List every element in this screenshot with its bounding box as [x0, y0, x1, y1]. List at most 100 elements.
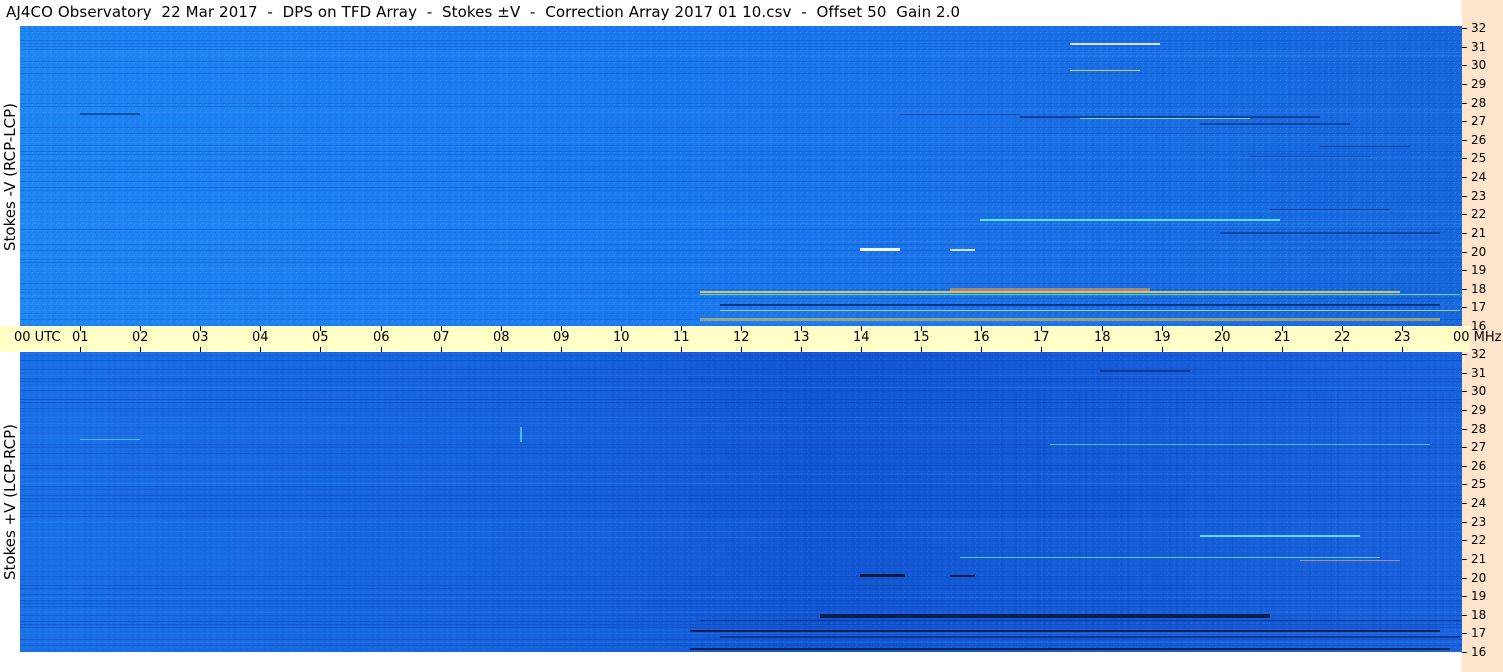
time-axis-hour-label: 11: [673, 330, 690, 345]
time-axis-tick: [1282, 326, 1283, 331]
time-axis-tick: [441, 326, 442, 331]
time-axis-tick: [80, 326, 81, 331]
band: [20, 154, 1462, 155]
band: [1127, 392, 1129, 632]
band: [20, 378, 1462, 379]
band: [1190, 66, 1192, 306]
time-axis-hour-label: 03: [192, 330, 209, 345]
band: [20, 501, 1462, 502]
spectrogram-top-panel: [20, 26, 1462, 326]
band: [20, 112, 1462, 113]
band: [20, 627, 1462, 628]
band: [20, 600, 1462, 601]
band: [1183, 392, 1185, 632]
signal-streak: [520, 427, 522, 442]
top-freq-tick: [1462, 214, 1467, 215]
band: [1337, 392, 1339, 632]
top-freq-label: 21: [1471, 226, 1487, 240]
time-axis-hour-label: 18: [1094, 330, 1111, 345]
time-axis-tick: [1041, 347, 1042, 352]
signal-streak: [950, 249, 975, 251]
time-axis-tick: [921, 326, 922, 331]
band: [20, 531, 1462, 532]
time-axis-tick: [561, 347, 562, 352]
time-axis-hour-label: 17: [1033, 330, 1050, 345]
time-axis-tick: [320, 347, 321, 352]
time-axis-hour-label: 10: [613, 330, 630, 345]
time-axis-tick: [681, 326, 682, 331]
band: [20, 40, 1462, 41]
bottom-freq-tick: [1462, 540, 1467, 541]
band: [1141, 392, 1143, 632]
band: [20, 181, 1462, 182]
time-axis-hour-label: 02: [132, 330, 149, 345]
time-axis-tick: [1102, 347, 1103, 352]
band: [20, 387, 1462, 388]
band: [20, 160, 1462, 161]
time-axis-tick: [1162, 326, 1163, 331]
band: [1309, 392, 1311, 632]
band: [20, 187, 1462, 188]
band: [1204, 392, 1206, 632]
bottom-freq-tick: [1462, 522, 1467, 523]
spectrogram-top-image: [20, 26, 1462, 326]
top-freq-label: 31: [1471, 40, 1487, 54]
time-axis-tick: [981, 347, 982, 352]
band: [1442, 392, 1444, 632]
band: [1337, 66, 1339, 306]
bottom-freq-label: 31: [1471, 366, 1487, 380]
band: [1323, 392, 1325, 632]
band: [1183, 66, 1185, 306]
band: [20, 46, 1462, 47]
top-freq-label: 23: [1471, 189, 1487, 203]
bottom-freq-label: 20: [1471, 571, 1487, 585]
signal-streak: [1100, 370, 1190, 372]
time-axis-hour-label: 12: [733, 330, 750, 345]
time-axis-tick: [1222, 347, 1223, 352]
signal-streak: [1200, 535, 1360, 537]
time-axis-tick: [741, 347, 742, 352]
band: [1134, 66, 1136, 306]
band: [20, 49, 1462, 50]
signal-streak: [860, 248, 900, 251]
time-axis-hour-label: 19: [1154, 330, 1171, 345]
time-axis-tick: [501, 326, 502, 331]
bottom-freq-label: 23: [1471, 515, 1487, 529]
band: [20, 133, 1462, 134]
band: [20, 498, 1462, 499]
top-freq-tick: [1462, 47, 1467, 48]
band: [20, 151, 1462, 152]
band: [1015, 66, 1017, 306]
time-axis-tick: [741, 326, 742, 331]
signal-streak: [1020, 116, 1320, 118]
top-freq-label: 19: [1471, 263, 1487, 277]
signal-streak: [1300, 560, 1400, 561]
spectrogram-bottom-image: [20, 352, 1462, 652]
signal-streak: [960, 557, 1380, 558]
band: [20, 211, 1462, 212]
band: [1288, 66, 1290, 306]
band: [1246, 392, 1248, 632]
signal-streak: [980, 219, 1280, 221]
bottom-freq-label: 17: [1471, 626, 1487, 640]
signal-streak: [1200, 123, 1350, 125]
band: [1407, 392, 1409, 632]
band: [1001, 66, 1003, 306]
top-freq-label: 29: [1471, 77, 1487, 91]
band: [20, 639, 1462, 640]
band: [20, 250, 1462, 251]
top-freq-tick: [1462, 252, 1467, 253]
time-axis-tick: [861, 347, 862, 352]
band: [1330, 392, 1332, 632]
band: [20, 172, 1462, 173]
band: [20, 483, 1462, 484]
time-axis-hour-label: 22: [1334, 330, 1351, 345]
bottom-freq-tick: [1462, 373, 1467, 374]
band: [20, 603, 1462, 604]
top-freq-tick: [1462, 196, 1467, 197]
time-axis-tick: [1402, 347, 1403, 352]
bottom-freq-tick: [1462, 633, 1467, 634]
band: [20, 606, 1462, 607]
signal-streak: [1270, 209, 1390, 210]
band: [20, 390, 1462, 391]
